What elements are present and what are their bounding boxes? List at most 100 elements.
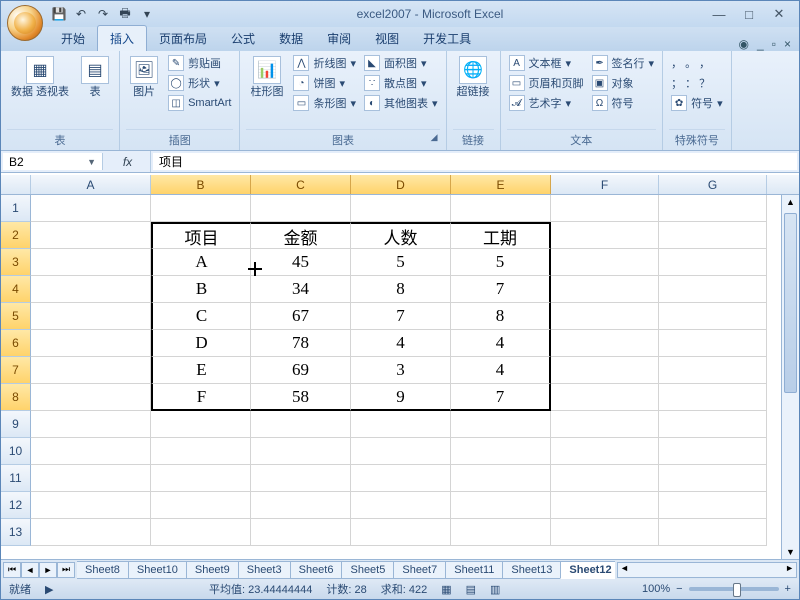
cell[interactable]: 7 bbox=[451, 276, 551, 303]
cell[interactable] bbox=[31, 303, 151, 330]
column-header[interactable]: E bbox=[451, 175, 551, 194]
cell[interactable] bbox=[659, 519, 767, 546]
pivot-table-button[interactable]: ▦数据 透视表 bbox=[7, 54, 73, 100]
cell[interactable] bbox=[251, 465, 351, 492]
cell[interactable]: D bbox=[151, 330, 251, 357]
cell[interactable] bbox=[551, 357, 659, 384]
cell[interactable]: A bbox=[151, 249, 251, 276]
cell[interactable] bbox=[351, 465, 451, 492]
cell[interactable]: 4 bbox=[451, 357, 551, 384]
cell[interactable] bbox=[251, 492, 351, 519]
cell[interactable] bbox=[31, 357, 151, 384]
horizontal-scrollbar[interactable] bbox=[617, 562, 797, 578]
sheet-tab[interactable]: Sheet10 bbox=[128, 561, 187, 579]
ribbon-tab[interactable]: 审阅 bbox=[315, 26, 363, 51]
object-button[interactable]: ▣对象 bbox=[590, 74, 657, 92]
row-header[interactable]: 10 bbox=[1, 438, 31, 465]
special-symbol-button[interactable]: ✿符号▾ bbox=[669, 94, 725, 112]
column-header[interactable]: C bbox=[251, 175, 351, 194]
cell[interactable] bbox=[251, 438, 351, 465]
cell[interactable]: 7 bbox=[351, 303, 451, 330]
semicolon-button[interactable]: ； ： ？ bbox=[669, 74, 725, 92]
zoom-level[interactable]: 100% bbox=[642, 583, 670, 595]
cell[interactable]: 人数 bbox=[351, 222, 451, 249]
fx-icon[interactable]: fx bbox=[105, 151, 151, 172]
cell[interactable] bbox=[451, 519, 551, 546]
cell[interactable] bbox=[251, 195, 351, 222]
picture-button[interactable]: 🖼图片 bbox=[126, 54, 162, 100]
cell[interactable]: 34 bbox=[251, 276, 351, 303]
other-chart-button[interactable]: ◐其他图表▾ bbox=[362, 94, 440, 112]
row-header[interactable]: 6 bbox=[1, 330, 31, 357]
cell[interactable] bbox=[351, 492, 451, 519]
cell[interactable] bbox=[151, 411, 251, 438]
row-header[interactable]: 4 bbox=[1, 276, 31, 303]
sheet-tab[interactable]: Sheet6 bbox=[290, 561, 343, 579]
cell[interactable] bbox=[659, 438, 767, 465]
bar-chart-button[interactable]: ▭条形图▾ bbox=[291, 94, 358, 112]
cell[interactable] bbox=[659, 492, 767, 519]
cell[interactable]: 工期 bbox=[451, 222, 551, 249]
cell[interactable] bbox=[551, 276, 659, 303]
min-ribbon-icon[interactable]: _ bbox=[757, 37, 764, 51]
cell[interactable] bbox=[351, 438, 451, 465]
cell[interactable]: 67 bbox=[251, 303, 351, 330]
cell[interactable] bbox=[31, 276, 151, 303]
shapes-button[interactable]: ◯形状▾ bbox=[166, 74, 233, 92]
ribbon-tab[interactable]: 页面布局 bbox=[147, 26, 219, 51]
spreadsheet-grid[interactable]: ABCDEFG 12项目金额人数工期3A45554B34875C67786D78… bbox=[1, 175, 799, 559]
cell[interactable]: E bbox=[151, 357, 251, 384]
help-icon[interactable]: ◉ bbox=[739, 37, 749, 51]
cell[interactable] bbox=[251, 411, 351, 438]
ribbon-tab[interactable]: 视图 bbox=[363, 26, 411, 51]
cell[interactable] bbox=[551, 438, 659, 465]
table-button[interactable]: ▤表 bbox=[77, 54, 113, 100]
sheet-tab[interactable]: Sheet3 bbox=[238, 561, 291, 579]
cell[interactable] bbox=[151, 519, 251, 546]
select-all-corner[interactable] bbox=[1, 175, 31, 194]
macro-record-icon[interactable]: ▶ bbox=[45, 583, 53, 596]
dialog-launcher-icon[interactable]: ◢ bbox=[431, 132, 438, 143]
line-chart-button[interactable]: ⋀折线图▾ bbox=[291, 54, 358, 72]
row-header[interactable]: 5 bbox=[1, 303, 31, 330]
cell[interactable] bbox=[351, 519, 451, 546]
row-header[interactable]: 11 bbox=[1, 465, 31, 492]
row-header[interactable]: 7 bbox=[1, 357, 31, 384]
view-layout-icon[interactable]: ▤ bbox=[466, 583, 476, 596]
row-header[interactable]: 3 bbox=[1, 249, 31, 276]
close-button[interactable]: ✕ bbox=[765, 5, 793, 23]
sheet-tab[interactable]: Sheet11 bbox=[445, 561, 503, 579]
maximize-button[interactable]: □ bbox=[735, 5, 763, 23]
sheet-nav-first[interactable]: ⏮ bbox=[3, 562, 21, 578]
undo-icon[interactable]: ↶ bbox=[73, 6, 89, 22]
cell[interactable] bbox=[551, 249, 659, 276]
cell[interactable] bbox=[31, 222, 151, 249]
row-header[interactable]: 13 bbox=[1, 519, 31, 546]
minimize-button[interactable]: — bbox=[705, 5, 733, 23]
cell[interactable]: 58 bbox=[251, 384, 351, 411]
cell[interactable]: 3 bbox=[351, 357, 451, 384]
cell[interactable]: 45 bbox=[251, 249, 351, 276]
cell[interactable]: 5 bbox=[351, 249, 451, 276]
cell[interactable] bbox=[659, 303, 767, 330]
cell[interactable] bbox=[659, 411, 767, 438]
cell[interactable] bbox=[551, 519, 659, 546]
print-icon[interactable]: 🖶 bbox=[117, 6, 133, 22]
textbox-button[interactable]: A文本框▾ bbox=[507, 54, 586, 72]
cell[interactable] bbox=[31, 330, 151, 357]
sheet-tab[interactable]: Sheet8 bbox=[77, 561, 129, 579]
cell[interactable] bbox=[551, 303, 659, 330]
hyperlink-button[interactable]: 🌐超链接 bbox=[453, 54, 494, 100]
ribbon-tab[interactable]: 开始 bbox=[49, 26, 97, 51]
cell[interactable]: 7 bbox=[451, 384, 551, 411]
cell[interactable]: B bbox=[151, 276, 251, 303]
cell[interactable] bbox=[251, 519, 351, 546]
cell[interactable] bbox=[551, 465, 659, 492]
scatter-chart-button[interactable]: ∵散点图▾ bbox=[362, 74, 440, 92]
cell[interactable] bbox=[551, 195, 659, 222]
name-box[interactable]: B2▼ bbox=[3, 153, 103, 170]
pie-chart-button[interactable]: ◔饼图▾ bbox=[291, 74, 358, 92]
ribbon-tab[interactable]: 公式 bbox=[219, 26, 267, 51]
row-header[interactable]: 9 bbox=[1, 411, 31, 438]
sheet-tab[interactable]: Sheet13 bbox=[502, 561, 561, 579]
